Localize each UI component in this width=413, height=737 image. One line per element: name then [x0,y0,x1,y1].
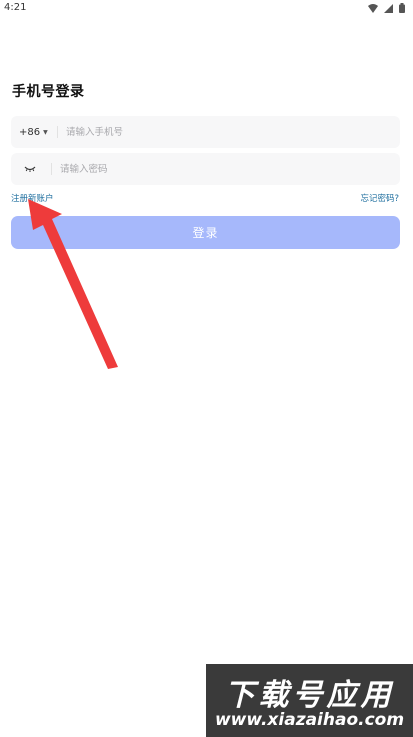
status-bar: 4:21 [0,0,413,18]
country-code-label: +86 [19,126,41,138]
phone-input-row: +86 ▼ [11,115,400,149]
status-time: 4:21 [4,2,27,13]
login-button[interactable]: 登录 [11,216,400,249]
annotation-arrow [28,199,118,369]
caret-down-icon: ▼ [43,128,48,136]
watermark-banner: 下载号应用 www.xiazaihao.com [206,664,413,737]
password-input[interactable] [52,152,400,186]
country-code-selector[interactable]: +86 ▼ [11,116,55,148]
eye-closed-icon [24,166,36,172]
watermark-title: 下载号应用 [224,678,395,713]
page-title: 手机号登录 [12,84,85,100]
battery-icon [399,3,405,13]
password-input-row [11,152,400,186]
wifi-icon [368,3,378,13]
status-icons [368,3,405,13]
password-visibility-toggle[interactable] [11,153,49,185]
forgot-password-link[interactable]: 忘记密码? [360,192,399,204]
signal-icon [384,3,393,13]
phone-input[interactable] [58,115,400,149]
register-link[interactable]: 注册新账户 [11,192,54,204]
watermark-url: www.xiazaihao.com [214,710,405,730]
